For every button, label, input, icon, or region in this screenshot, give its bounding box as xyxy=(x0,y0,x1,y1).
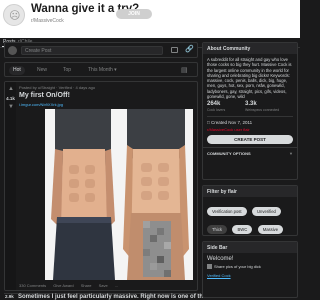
flair-bwc[interactable]: BWC xyxy=(232,225,253,234)
give-award-button[interactable]: Give Award xyxy=(53,283,73,288)
user-avatar[interactable] xyxy=(8,46,17,55)
created-date-text: Created Nov 7, 2011 xyxy=(210,120,253,126)
post-score: 4.1k xyxy=(6,96,15,101)
more-options-button[interactable]: ... xyxy=(115,283,118,288)
side-bar-widget: Side Bar Welcome! Share pics of your big… xyxy=(202,241,298,298)
created-date: □ Created Nov 7, 2011 xyxy=(207,116,293,125)
join-button[interactable]: JOIN xyxy=(116,9,152,19)
flair-thick[interactable]: Thick xyxy=(207,225,228,234)
online-label: Weinspecs connected xyxy=(245,108,280,113)
filter-by-flair-widget: Filter by flair Verification post Unveri… xyxy=(202,185,298,236)
post-link[interactable]: i.imgur.com/Nb9XXrk.jpg xyxy=(19,102,63,107)
online-count: 3.3k xyxy=(245,101,257,108)
verified-cock-link[interactable]: Verified Cock xyxy=(207,273,293,278)
members-count: 264k xyxy=(207,101,221,108)
sort-hot[interactable]: Hot xyxy=(9,66,25,75)
subreddit-name[interactable]: r/MassiveCock xyxy=(31,18,64,24)
flair-list: Verification post Unverified Thick BWC M… xyxy=(203,197,297,235)
next-post-score: 2.9k xyxy=(5,294,14,299)
side-bar-body: Welcome! Share pics of your big dick Ver… xyxy=(203,253,297,281)
save-button[interactable]: Save xyxy=(99,283,108,288)
create-post-bar: Create Post 🔗 xyxy=(4,42,198,58)
sort-new[interactable]: New xyxy=(37,66,47,75)
cake-icon: □ xyxy=(207,120,210,126)
post-title[interactable]: My first On/Off! xyxy=(19,92,70,99)
flair-unverified[interactable]: Unverified xyxy=(252,207,281,216)
members-label: Cock lovers xyxy=(207,108,226,113)
censor-block xyxy=(143,221,171,277)
welcome-text: Welcome! xyxy=(207,256,234,262)
post-actions: 330 Comments Give Award Share Save ... xyxy=(19,283,124,288)
flair-verification-post[interactable]: Verification post xyxy=(207,207,247,216)
create-post-input[interactable]: Create Post xyxy=(21,46,163,55)
bullet-icon xyxy=(207,264,212,269)
right-figure xyxy=(123,109,189,280)
next-post-card[interactable]: 2.9k Sometimes I just feel particularly … xyxy=(4,293,213,300)
about-heading: About Community xyxy=(203,43,297,54)
comments-button[interactable]: 330 Comments xyxy=(19,283,46,288)
about-community-widget: About Community A subreddit for all stra… xyxy=(202,42,298,180)
community-stats: 264k Cock lovers 3.3k Weinspecs connecte… xyxy=(207,101,293,114)
vote-column: ▲ 4.1k ▼ xyxy=(5,82,16,290)
side-bar-heading: Side Bar xyxy=(203,242,297,253)
left-figure xyxy=(51,109,115,280)
community-description: A subreddit for all straight and gay who… xyxy=(207,57,292,100)
community-options-toggle[interactable]: COMMUNITY OPTIONS ▼ xyxy=(203,147,297,159)
community-options-label: COMMUNITY OPTIONS xyxy=(207,151,251,157)
share-text: Share pics of your big dick xyxy=(214,264,261,269)
subreddit-banner: ☹ Wanna give it a try? r/MassiveCock JOI… xyxy=(0,0,300,38)
downvote-icon[interactable]: ▼ xyxy=(8,104,14,110)
sort-bar: Hot New Top This Month ▾ ▤ xyxy=(4,62,198,77)
upvote-icon[interactable]: ▲ xyxy=(8,86,14,92)
image-upload-icon[interactable] xyxy=(171,47,178,53)
link-icon[interactable]: 🔗 xyxy=(185,45,194,53)
create-post-button[interactable]: CREATE POST xyxy=(207,135,293,145)
chevron-down-icon: ▼ xyxy=(289,151,293,157)
post-card[interactable]: ▲ 4.1k ▼ Posted by u/Straight · Verified… xyxy=(4,81,198,291)
share-line: Share pics of your big dick xyxy=(207,264,293,269)
sort-timeframe-dropdown[interactable]: This Month ▾ xyxy=(88,66,117,75)
post-image[interactable] xyxy=(45,109,193,280)
next-post-title[interactable]: Sometimes I just feel particularly massi… xyxy=(18,294,213,300)
face-icon: ☹ xyxy=(9,9,21,22)
user-flair-preview[interactable]: r/MassiveCock user flair xyxy=(207,127,293,132)
subreddit-icon[interactable]: ☹ xyxy=(3,4,25,26)
sort-top[interactable]: Top xyxy=(63,66,71,75)
card-view-icon[interactable]: ▤ xyxy=(181,66,188,74)
share-button[interactable]: Share xyxy=(81,283,92,288)
post-meta: Posted by u/Straight · Verified · 4 days… xyxy=(19,85,96,90)
flair-heading: Filter by flair xyxy=(203,186,297,197)
flair-massive[interactable]: Massive xyxy=(257,225,284,234)
